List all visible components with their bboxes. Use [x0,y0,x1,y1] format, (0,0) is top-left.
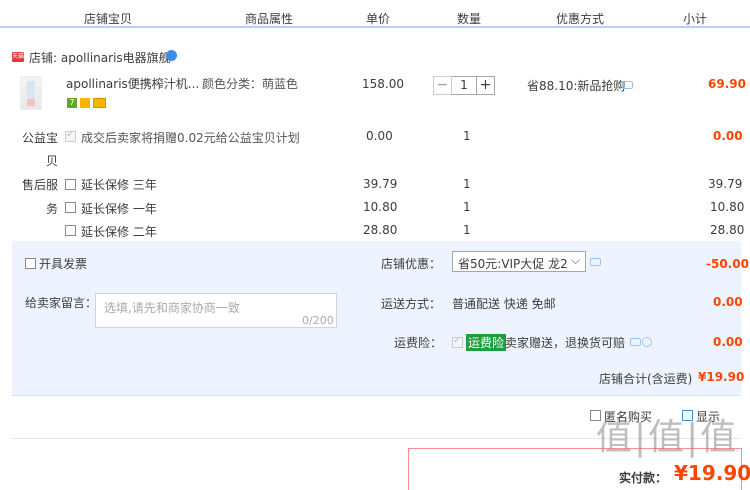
invoice-label: 开具发票 [39,257,88,271]
quantity-stepper[interactable]: − 1 + [433,76,495,95]
header-price: 单价 [366,12,391,26]
insurance-checkbox [452,335,463,348]
tmall-icon: 天猫 [12,52,25,62]
warranty-subtotal: 39.79 [708,177,743,191]
charity-label: 公益宝 [22,131,59,145]
charity-label-2: 贝 [46,154,59,168]
insurance-label: 运费险： [394,336,443,350]
shop-total-label: 店铺合计(含运费) [599,372,693,386]
shop-discount-amount: -50.00 [706,257,749,271]
header-subtotal: 小计 [683,12,708,26]
charity-price: 0.00 [366,129,393,143]
seven-day-return-icon: 7 [67,98,77,108]
warranty-subtotal: 28.80 [710,223,745,237]
warranty-price: 39.79 [363,177,398,191]
discount-info-icon[interactable] [590,258,601,266]
product-attr: 颜色分类：萌蓝色 [202,77,299,91]
help-icon[interactable] [642,337,652,347]
shop-discount-label: 店铺优惠： [381,257,442,271]
header-qty: 数量 [457,12,482,26]
product-subtotal: 69.90 [708,77,746,91]
product-promo: 省88.10:新品抢购 [527,79,626,93]
warranty-name: 延长保修 一年 [81,202,157,216]
warranty-price: 10.80 [363,200,398,214]
message-label: 给卖家留言： [25,296,98,310]
warranty-qty: 1 [463,200,471,214]
header-item: 店铺宝贝 [84,12,133,26]
warranty-qty: 1 [463,177,471,191]
charity-qty: 1 [463,129,471,143]
warranty-label: 售后服 [22,178,59,192]
message-placeholder: 选填,请先和商家协商一致 [104,301,240,315]
charity-text: 成交后卖家将捐赠0.02元给公益宝贝计划 [81,131,300,145]
quantity-input[interactable]: 1 [452,76,476,95]
shipping-label: 运送方式： [381,297,442,311]
watermark: 值|值|值 [596,417,739,458]
product-title-link[interactable]: apollinaris便携榨汁机... [66,75,199,92]
charity-subtotal: 0.00 [713,129,743,143]
insurance-amount: 0.00 [713,335,743,349]
warranty-price: 28.80 [363,223,398,237]
warranty-3yr-checkbox[interactable] [65,179,76,190]
shop-discount-select[interactable]: 省50元:VIP大促 龙2 ⌵ [452,251,586,272]
insurance-info-icon[interactable] [630,338,641,346]
actual-pay-label: 实付款： [619,471,668,485]
warranty-subtotal: 10.80 [710,200,745,214]
chevron-down-icon: ⌵ [571,253,581,267]
message-counter: 0/200 [302,314,334,327]
charity-checkbox [65,129,76,142]
warranty-qty: 1 [463,223,471,237]
header-attr: 商品属性 [245,12,294,26]
warranty-label-2: 务 [46,202,59,216]
credit-card-icon [93,98,106,108]
insurance-text: 卖家赠送，退换货可赔 [505,336,626,350]
cart-header: 店铺宝贝 商品属性 单价 数量 优惠方式 小计 [0,0,750,28]
shipping-amount: 0.00 [713,295,743,309]
guarantee-icon [80,98,90,108]
warranty-name: 延长保修 二年 [81,225,157,239]
product-price: 158.00 [362,77,404,91]
quantity-minus-button[interactable]: − [433,76,452,95]
insurance-tag: 运费险 [466,334,507,351]
seller-message-textarea[interactable]: 选填,请先和商家协商一致 0/200 [95,293,337,328]
shop-name-link[interactable]: 店铺: apollinaris电器旗舰 [29,49,171,66]
wangwang-chat-icon[interactable] [166,50,177,61]
promo-info-icon[interactable] [622,81,633,89]
quantity-plus-button[interactable]: + [476,76,495,95]
shipping-value: 普通配送 快递 免邮 [452,297,556,311]
warranty-1yr-checkbox[interactable] [65,202,76,213]
invoice-checkbox[interactable] [25,258,36,269]
shop-total-amount: ¥19.90 [698,370,745,384]
actual-pay-amount: ¥19.90 [674,461,750,485]
warranty-2yr-checkbox[interactable] [65,225,76,236]
warranty-name: 延长保修 三年 [81,178,157,192]
shop-discount-value: 省50元:VIP大促 龙2 [458,257,568,271]
product-thumbnail[interactable] [20,76,42,110]
header-promo: 优惠方式 [556,12,605,26]
